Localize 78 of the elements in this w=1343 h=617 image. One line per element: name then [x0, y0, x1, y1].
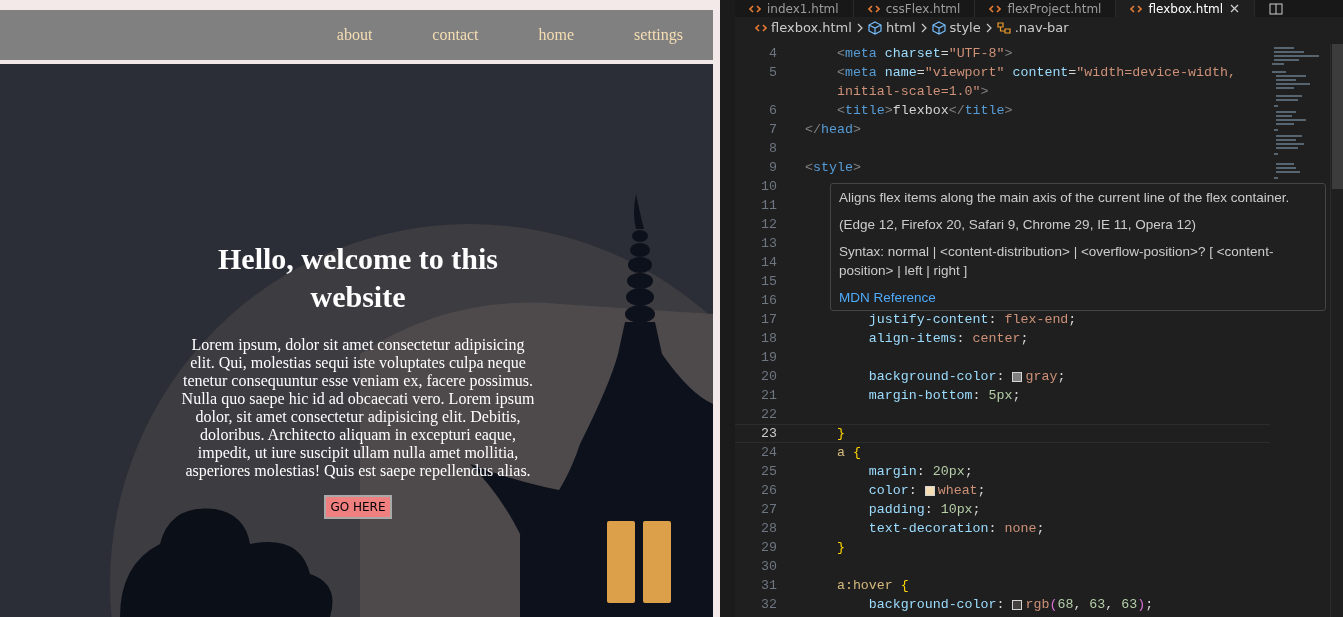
html-file-icon [867, 2, 880, 15]
line-number: 8 [768, 139, 777, 158]
breadcrumb-item[interactable]: html [885, 17, 916, 38]
breadcrumb-item[interactable]: flexbox.html [771, 17, 852, 38]
code-line: <style> [805, 158, 861, 177]
code-line: wheat; [937, 481, 986, 500]
line-number: 14 [760, 253, 777, 272]
code-line: background-color: [867, 595, 1006, 614]
code-line: <meta name="viewport" content="width=device-width, [835, 63, 1236, 82]
line-number: 26 [760, 481, 777, 500]
scrollbar-thumb[interactable] [1332, 44, 1343, 189]
code-line: </head> [805, 120, 861, 139]
struct-icon [996, 20, 1011, 35]
line-number: 28 [760, 519, 777, 538]
html-file-icon [989, 2, 1002, 15]
code-line: } [835, 538, 845, 557]
code-line: <title>flexbox</title> [835, 101, 1013, 120]
line-number: 4 [768, 44, 777, 63]
line-number: 20 [760, 367, 777, 386]
code-line: color: [867, 481, 918, 500]
line-number: 22 [760, 405, 777, 424]
mdn-reference-link[interactable]: MDN Reference [839, 290, 936, 305]
chevron-right-icon [919, 22, 928, 33]
line-number: 5 [768, 63, 777, 82]
code-line: margin: 20px; [867, 462, 973, 481]
breadcrumb-item[interactable]: .nav-bar [1014, 17, 1069, 38]
close-icon [1229, 3, 1241, 14]
code-line: padding: 10px; [867, 500, 981, 519]
breadcrumb-item[interactable]: style [949, 17, 981, 38]
editor-tab[interactable]: flexbox.html [1116, 0, 1256, 17]
line-number: 23 [760, 424, 777, 443]
line-number: 29 [760, 538, 777, 557]
line-number: 32 [760, 595, 777, 614]
line-number: 7 [768, 120, 777, 139]
line-number: 6 [768, 101, 777, 120]
hero-heading: Hello, welcome to this website [217, 241, 499, 315]
code-line: a:hover { [835, 576, 909, 595]
tooltip-syntax: Syntax: normal | <content-distribution> | <overflow-position>? [ <content-position> | left | right ] [839, 243, 1275, 280]
chevron-right-icon [855, 22, 864, 33]
line-number: 31 [760, 576, 777, 595]
cube-icon [867, 20, 882, 35]
code-line: margin-bottom: 5px; [867, 386, 1021, 405]
code-line: initial-scale=1.0"> [835, 82, 989, 101]
code-line: <meta charset="UTF-8"> [835, 44, 1013, 63]
cube-icon [931, 20, 946, 35]
html-file-icon [755, 21, 767, 34]
go-here-button[interactable]: GO HERE [324, 495, 392, 519]
line-number: 24 [760, 443, 777, 462]
line-number: 10 [760, 177, 777, 196]
html-file-icon [749, 2, 761, 15]
panel-splitter[interactable] [720, 0, 735, 617]
code-line: justify-content: flex-end; [867, 310, 1077, 329]
line-number: 25 [760, 462, 777, 481]
line-number: 15 [760, 272, 777, 291]
line-number: 17 [760, 310, 777, 329]
line-number: 18 [760, 329, 777, 348]
split-editor-icon[interactable] [1269, 2, 1283, 15]
code-line: gray; [1025, 367, 1066, 386]
line-number: 13 [760, 234, 777, 253]
line-number: 21 [760, 386, 777, 405]
line-number: 27 [760, 500, 777, 519]
chevron-right-icon [984, 22, 993, 33]
hero-paragraph: Lorem ipsum, dolor sit amet consectetur adipisicing elit. Qui, molestias sequi iste voluptates culpa neque tenetur consequuntur esse veniam ex, facere possimus. Nulla quo saepe hic id ad obcaecati vero. Lorem ipsum dolor, sit amet consectetur adipisicing elit. Debitis, doloribus. Architecto aliquam in excepturi eaque, impedit, ut iure suscipit ullam nulla amet mollitia, asperiores molestias! Quis est saepe repellendus alias. [180, 336, 536, 480]
line-number: 16 [760, 291, 777, 310]
tooltip-description: Aligns flex items along the main axis of the current line of the flex container. [839, 189, 1291, 207]
code-line: align-items: center; [867, 329, 1029, 348]
code-line: a { [835, 443, 861, 462]
tooltip-compatibility: (Edge 12, Firefox 20, Safari 9, Chrome 29, IE 11, Opera 12) [839, 216, 1197, 234]
code-line: rgb(68, 63, 63); [1025, 595, 1154, 614]
line-number: 12 [760, 215, 777, 234]
html-file-icon [1130, 2, 1143, 15]
code-line: } [835, 424, 845, 443]
line-number: 19 [760, 348, 777, 367]
line-number: 11 [760, 196, 777, 215]
line-number: 9 [768, 158, 777, 177]
code-line: background-color: [867, 367, 1006, 386]
line-number: 30 [760, 557, 777, 576]
code-line: text-decoration: none; [867, 519, 1045, 538]
